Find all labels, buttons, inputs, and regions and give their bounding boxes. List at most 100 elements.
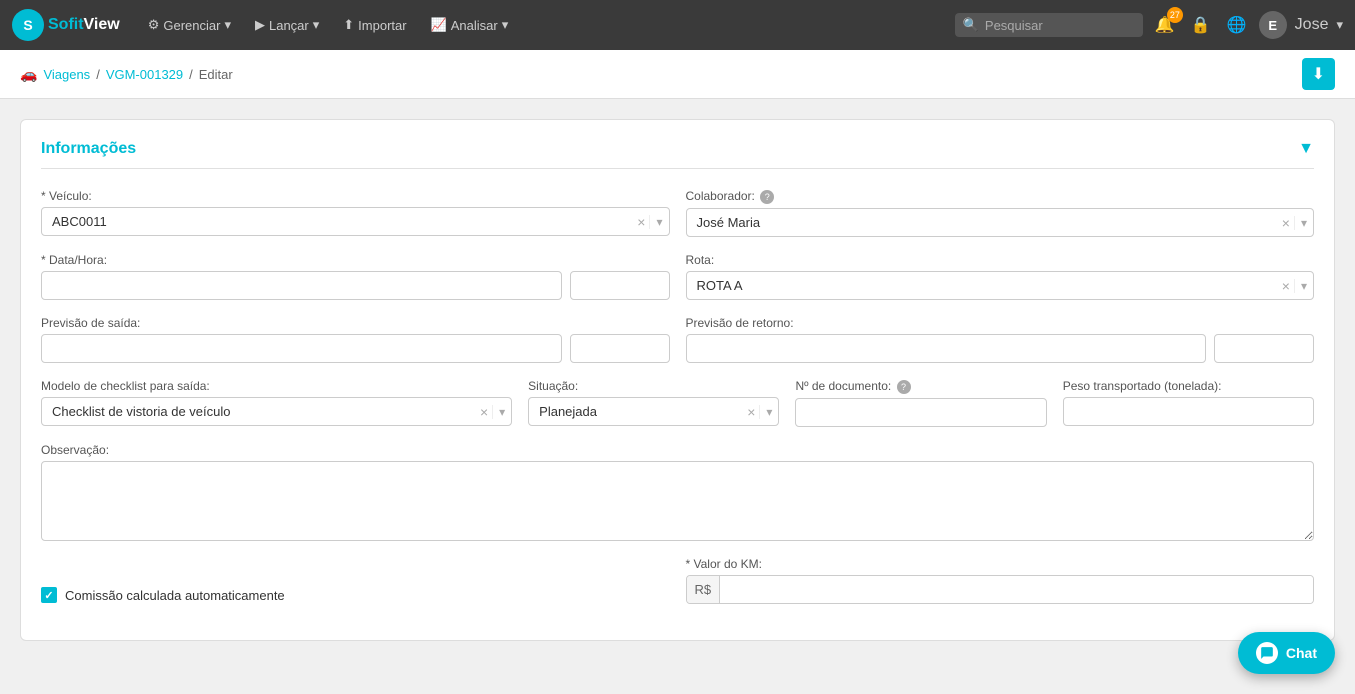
logo-icon: S: [12, 9, 44, 41]
nav-importar[interactable]: ⬆ Importar: [333, 11, 416, 39]
lock-icon[interactable]: 🔒: [1187, 11, 1215, 39]
group-colaborador: Colaborador: ? José Maria × ▾: [686, 189, 1315, 237]
breadcrumb-trip-id[interactable]: VGM-001329: [106, 67, 183, 82]
group-previsao-saida: Previsão de saída: 03/03/2023 09:30: [41, 316, 670, 363]
group-observacao: Observação:: [41, 443, 1314, 541]
nav-gerenciar[interactable]: ⚙ Gerenciar ▾: [138, 11, 241, 39]
group-previsao-retorno: Previsão de retorno: 03/03/2023 18:00: [686, 316, 1315, 363]
situacao-arrow-icon[interactable]: ▾: [759, 405, 778, 419]
nav-right: 🔍 🔔 27 🔒 🌐 E Jose ▾: [955, 11, 1343, 39]
search-box: 🔍: [955, 13, 1143, 37]
nav-menu: ⚙ Gerenciar ▾ ▶ Lançar ▾ ⬆ Importar 📈 An…: [138, 11, 947, 39]
documento-label: Nº de documento: ?: [795, 379, 1046, 394]
colaborador-value: José Maria: [687, 209, 1278, 236]
veiculo-value: ABC0011: [42, 208, 633, 235]
group-documento: Nº de documento: ? 121212: [795, 379, 1046, 427]
breadcrumb: 🚗 Viagens / VGM-001329 / Editar: [20, 66, 233, 83]
data-label: * Data/Hora:: [41, 253, 670, 267]
peso-input[interactable]: 10,00: [1063, 397, 1314, 426]
hora-input[interactable]: 09:00: [570, 271, 670, 300]
veiculo-select[interactable]: ABC0011 × ▾: [41, 207, 670, 236]
valor-km-label: * Valor do KM:: [686, 557, 1315, 571]
nav-analisar[interactable]: 📈 Analisar ▾: [421, 11, 519, 39]
group-situacao: Situação: Planejada × ▾: [528, 379, 779, 427]
row-observacao: Observação:: [41, 443, 1314, 541]
documento-input[interactable]: 121212: [795, 398, 1046, 427]
colaborador-help-icon: ?: [760, 190, 774, 204]
previsao-saida-date[interactable]: 03/03/2023: [41, 334, 562, 363]
chevron-down-icon: ▾: [224, 17, 231, 33]
trips-icon: 🚗: [20, 66, 37, 83]
rota-clear-icon[interactable]: ×: [1278, 278, 1294, 294]
comissao-checkbox-row: Comissão calculada automaticamente: [41, 587, 670, 603]
breadcrumb-viagens[interactable]: Viagens: [43, 67, 90, 82]
gear-icon: ⚙: [148, 17, 160, 33]
breadcrumb-bar: 🚗 Viagens / VGM-001329 / Editar ⬇: [0, 50, 1355, 99]
export-button[interactable]: ⬇: [1302, 58, 1335, 90]
search-input[interactable]: [985, 18, 1135, 33]
main-content: Informações ▼ * Veículo: ABC0011 × ▾ Col…: [0, 99, 1355, 661]
colaborador-label: Colaborador: ?: [686, 189, 1315, 204]
chart-icon: 📈: [431, 17, 447, 33]
upload-icon: ⬆: [343, 17, 354, 33]
colaborador-select[interactable]: José Maria × ▾: [686, 208, 1315, 237]
veiculo-label: * Veículo:: [41, 189, 670, 203]
avatar: E: [1259, 11, 1287, 39]
breadcrumb-separator: /: [96, 67, 100, 82]
row-previsao: Previsão de saída: 03/03/2023 09:30 Prev…: [41, 316, 1314, 363]
nav-lancar[interactable]: ▶ Lançar ▾: [245, 11, 329, 39]
comissao-label: Comissão calculada automaticamente: [65, 588, 285, 603]
veiculo-arrow-icon[interactable]: ▾: [649, 215, 668, 229]
chat-button[interactable]: Chat: [1238, 632, 1335, 674]
card-title: Informações: [41, 140, 136, 158]
user-menu[interactable]: E Jose ▾: [1259, 11, 1343, 39]
observacao-textarea[interactable]: [41, 461, 1314, 541]
collapse-icon[interactable]: ▼: [1298, 140, 1314, 158]
peso-label: Peso transportado (tonelada):: [1063, 379, 1314, 393]
row-comissao-km: Comissão calculada automaticamente * Val…: [41, 557, 1314, 604]
rota-value: ROTA A: [687, 272, 1278, 299]
rota-select[interactable]: ROTA A × ▾: [686, 271, 1315, 300]
group-valor-km: * Valor do KM: R$ 0,00: [686, 557, 1315, 604]
situacao-value: Planejada: [529, 398, 743, 425]
colaborador-clear-icon[interactable]: ×: [1278, 215, 1294, 231]
group-checklist: Modelo de checklist para saída: Checklis…: [41, 379, 512, 427]
previsao-retorno-label: Previsão de retorno:: [686, 316, 1315, 330]
group-veiculo: * Veículo: ABC0011 × ▾: [41, 189, 670, 237]
group-comissao: Comissão calculada automaticamente: [41, 557, 670, 604]
valor-km-input[interactable]: 0,00: [720, 576, 1313, 603]
checklist-arrow-icon[interactable]: ▾: [492, 405, 511, 419]
logo[interactable]: S SofitView: [12, 9, 120, 41]
notification-bell[interactable]: 🔔 27: [1151, 11, 1179, 39]
card-header: Informações ▼: [41, 140, 1314, 169]
breadcrumb-current: Editar: [199, 67, 233, 82]
checklist-clear-icon[interactable]: ×: [476, 404, 492, 420]
chat-label: Chat: [1286, 645, 1317, 661]
breadcrumb-separator2: /: [189, 67, 193, 82]
situacao-select[interactable]: Planejada × ▾: [528, 397, 779, 426]
checklist-label: Modelo de checklist para saída:: [41, 379, 512, 393]
chevron-down-icon: ▾: [1336, 17, 1343, 33]
navbar: S SofitView ⚙ Gerenciar ▾ ▶ Lançar ▾ ⬆ I…: [0, 0, 1355, 50]
valor-km-input-group: R$ 0,00: [686, 575, 1315, 604]
colaborador-arrow-icon[interactable]: ▾: [1294, 216, 1313, 230]
row-data-rota: * Data/Hora: 03/03/2023 09:00 Rota: ROTA…: [41, 253, 1314, 300]
data-input[interactable]: 03/03/2023: [41, 271, 562, 300]
group-peso: Peso transportado (tonelada): 10,00: [1063, 379, 1314, 427]
situacao-clear-icon[interactable]: ×: [743, 404, 759, 420]
veiculo-clear-icon[interactable]: ×: [633, 214, 649, 230]
documento-help-icon: ?: [897, 380, 911, 394]
comissao-checkbox[interactable]: [41, 587, 57, 603]
network-icon[interactable]: 🌐: [1223, 11, 1251, 39]
previsao-retorno-time[interactable]: 18:00: [1214, 334, 1314, 363]
checklist-value: Checklist de vistoria de veículo: [42, 398, 476, 425]
rota-arrow-icon[interactable]: ▾: [1294, 279, 1313, 293]
group-rota: Rota: ROTA A × ▾: [686, 253, 1315, 300]
previsao-retorno-date[interactable]: 03/03/2023: [686, 334, 1207, 363]
previsao-saida-time[interactable]: 09:30: [570, 334, 670, 363]
chevron-down-icon: ▾: [502, 17, 509, 33]
rota-label: Rota:: [686, 253, 1315, 267]
situacao-label: Situação:: [528, 379, 779, 393]
form-card: Informações ▼ * Veículo: ABC0011 × ▾ Col…: [20, 119, 1335, 641]
checklist-select[interactable]: Checklist de vistoria de veículo × ▾: [41, 397, 512, 426]
